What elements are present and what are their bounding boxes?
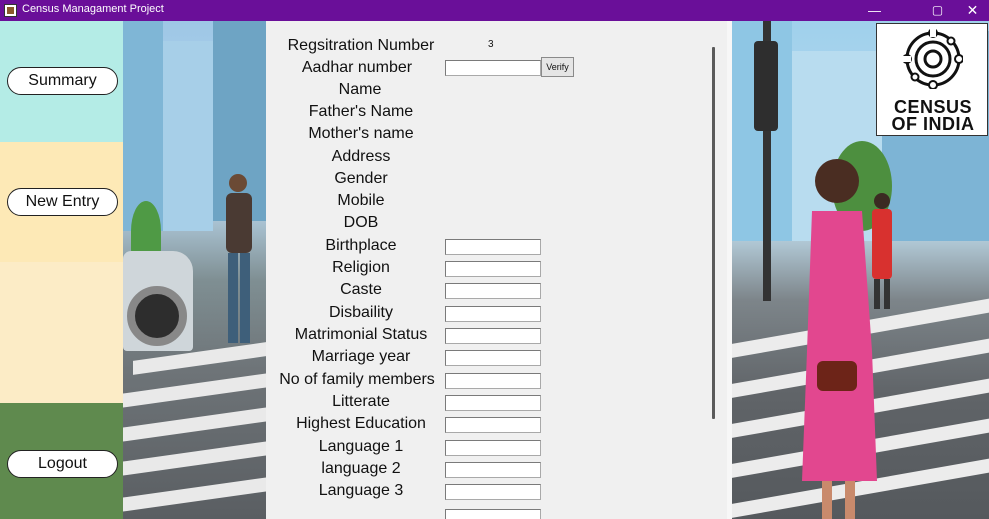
highest-education-label: Highest Education xyxy=(296,415,426,432)
matrimonial-status-input[interactable] xyxy=(445,328,541,344)
language-3-label: Language 3 xyxy=(318,482,404,499)
literate-input[interactable] xyxy=(445,395,541,411)
logo-text-of-india: OF INDIA xyxy=(891,114,975,134)
census-emblem-icon xyxy=(903,29,963,89)
input-row-language-1: Language 1 xyxy=(266,438,732,460)
verify-button[interactable]: Verify xyxy=(541,57,574,77)
aadhar-input[interactable] xyxy=(445,60,541,76)
family-members-label: No of family members xyxy=(279,371,435,388)
input-row-marriage-year: Marriage year xyxy=(266,348,732,370)
highest-education-input[interactable] xyxy=(445,417,541,433)
name-label: Name xyxy=(338,81,382,98)
father-name-label: Father's Name xyxy=(308,103,414,120)
registration-label: Regsitration Number xyxy=(287,37,435,54)
registration-row: Regsitration Number 3 xyxy=(266,37,732,59)
birthplace-input[interactable] xyxy=(445,239,541,255)
display-field-row: Name xyxy=(266,81,732,103)
language-3-input[interactable] xyxy=(445,484,541,500)
caste-input[interactable] xyxy=(445,283,541,299)
close-button[interactable]: ✕ xyxy=(956,0,989,21)
input-row-family-members: No of family members xyxy=(266,371,732,393)
sidebar-panel-empty xyxy=(0,262,123,403)
sidebar: Summary New Entry Logout xyxy=(0,21,123,519)
input-row-highest-education: Highest Education xyxy=(266,415,732,437)
entry-form-panel: Regsitration Number 3 Aadhar number Veri… xyxy=(266,21,732,519)
family-members-input[interactable] xyxy=(445,373,541,389)
display-field-row: Gender xyxy=(266,170,732,192)
input-row-disability: Disbaility xyxy=(266,304,732,326)
window-title: Census Managament Project xyxy=(22,3,164,15)
summary-button[interactable]: Summary xyxy=(7,67,118,95)
minimize-button[interactable]: — xyxy=(858,0,891,21)
sidebar-panel-logout: Logout xyxy=(0,403,123,519)
input-row-religion: Religion xyxy=(266,259,732,281)
religion-label: Religion xyxy=(332,259,390,276)
census-logo: CENSUS OF INDIA xyxy=(876,23,988,136)
mobile-label: Mobile xyxy=(337,192,385,209)
aadhar-row: Aadhar number xyxy=(266,59,732,81)
disability-label: Disbaility xyxy=(328,304,393,321)
birthplace-label: Birthplace xyxy=(325,237,397,254)
dob-label: DOB xyxy=(343,214,379,231)
marriage-year-input[interactable] xyxy=(445,350,541,366)
logout-button[interactable]: Logout xyxy=(7,450,118,478)
gender-label: Gender xyxy=(334,170,388,187)
language-1-input[interactable] xyxy=(445,440,541,456)
input-row-language-3: Language 3 xyxy=(266,482,732,504)
mother-name-label: Mother's name xyxy=(308,125,414,142)
marriage-year-label: Marriage year xyxy=(311,348,411,365)
matrimonial-status-label: Matrimonial Status xyxy=(294,326,428,343)
scrollbar-thumb[interactable] xyxy=(712,47,715,419)
literate-label: Litterate xyxy=(332,393,390,410)
registration-value: 3 xyxy=(488,39,494,50)
input-row-language-2: language 2 xyxy=(266,460,732,482)
religion-input[interactable] xyxy=(445,261,541,277)
input-row-matrimonial-status: Matrimonial Status xyxy=(266,326,732,348)
partial-input[interactable] xyxy=(445,509,541,519)
display-field-row: Mobile xyxy=(266,192,732,214)
language-1-label: Language 1 xyxy=(318,438,404,455)
display-field-row: DOB xyxy=(266,214,732,236)
input-row-birthplace: Birthplace xyxy=(266,237,732,259)
new-entry-button[interactable]: New Entry xyxy=(7,188,118,216)
input-row-caste: Caste xyxy=(266,281,732,303)
display-field-row: Mother's name xyxy=(266,125,732,147)
disability-input[interactable] xyxy=(445,306,541,322)
app-icon xyxy=(4,4,17,17)
input-row-literate: Litterate xyxy=(266,393,732,415)
background-image-left xyxy=(123,21,266,519)
sidebar-panel-summary: Summary xyxy=(0,21,123,142)
display-field-row: Address xyxy=(266,148,732,170)
aadhar-label: Aadhar number xyxy=(301,59,413,76)
input-row-cutoff xyxy=(266,505,732,519)
caste-label: Caste xyxy=(340,281,382,298)
language-2-label: language 2 xyxy=(321,460,401,477)
display-field-row: Father's Name xyxy=(266,103,732,125)
language-2-input[interactable] xyxy=(445,462,541,478)
address-label: Address xyxy=(331,148,391,165)
maximize-button[interactable]: ▢ xyxy=(921,0,954,21)
title-bar: Census Managament Project — ▢ ✕ xyxy=(0,0,989,21)
sidebar-panel-new-entry: New Entry xyxy=(0,142,123,262)
